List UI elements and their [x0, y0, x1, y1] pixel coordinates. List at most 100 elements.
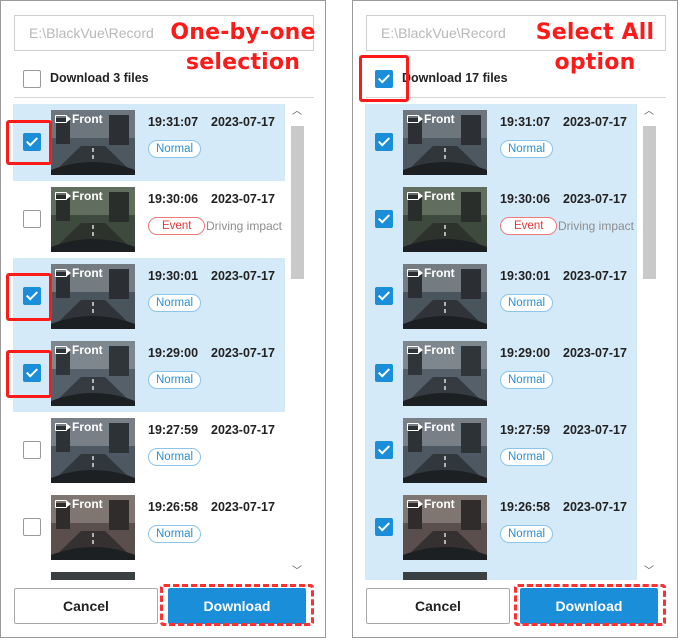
video-camera-icon — [407, 192, 423, 200]
video-thumbnail[interactable]: Front — [403, 264, 487, 329]
camera-name: Front — [72, 497, 103, 511]
video-thumbnail[interactable]: Front — [403, 495, 487, 560]
list-item[interactable]: Front 19:27:59 2023-07-17 Normal — [13, 412, 285, 489]
list-item[interactable]: Front 19:26:58 2023-07-17 Normal — [13, 489, 285, 566]
recording-time: 19:27:59 — [148, 423, 199, 437]
camera-name: Front — [424, 420, 455, 434]
row-checkbox[interactable] — [375, 287, 393, 305]
row-checkbox[interactable] — [23, 210, 41, 228]
scrollbar-thumb[interactable] — [291, 126, 304, 279]
row-checkbox[interactable] — [23, 441, 41, 459]
row-checkbox[interactable] — [375, 364, 393, 382]
video-thumbnail[interactable]: Front — [403, 418, 487, 483]
camera-label: Front — [55, 420, 103, 434]
row-checkbox[interactable] — [23, 518, 41, 536]
list-item[interactable]: Front 19:30:06 2023-07-17 Event Driving impa… — [365, 181, 637, 258]
video-thumbnail[interactable]: Front — [403, 110, 487, 175]
camera-name: Front — [424, 497, 455, 511]
list-item[interactable]: Front 19:30:01 2023-07-17 Normal — [365, 258, 637, 335]
list-item[interactable]: Front 19:31:07 2023-07-17 Normal — [13, 104, 285, 181]
recording-time: 19:31:07 — [500, 115, 551, 129]
list-item[interactable]: Front 19:30:01 2023-07-17 Normal — [13, 258, 285, 335]
list-item[interactable]: Front 19:29:00 2023-07-17 Normal — [13, 335, 285, 412]
camera-label: Front — [55, 112, 103, 126]
status-badge: Normal — [148, 371, 202, 389]
list-item-partial[interactable] — [365, 566, 637, 580]
file-list[interactable]: Front 19:31:07 2023-07-17 Normal Front 19:30:… — [365, 104, 637, 580]
status-badge: Normal — [148, 140, 202, 158]
recording-time: 19:29:00 — [148, 346, 199, 360]
video-thumbnail[interactable] — [403, 572, 487, 580]
scrollbar[interactable]: ︿ ﹀ — [288, 104, 306, 580]
select-all-checkbox[interactable] — [23, 70, 41, 88]
video-camera-icon — [407, 346, 423, 354]
status-badge: Event — [148, 217, 206, 235]
chevron-down-icon[interactable]: ﹀ — [640, 564, 658, 580]
video-thumbnail[interactable]: Front — [51, 341, 135, 406]
highlight-download-left — [160, 584, 314, 626]
event-description: Driving impact — [558, 219, 635, 233]
chevron-up-icon[interactable]: ︿ — [288, 104, 306, 120]
recording-date: 2023-07-17 — [563, 192, 627, 206]
scrollbar[interactable]: ︿ ﹀ — [640, 104, 658, 580]
video-camera-icon — [55, 269, 71, 277]
video-thumbnail[interactable]: Front — [51, 187, 135, 252]
recording-time: 19:26:58 — [500, 500, 551, 514]
camera-label: Front — [407, 497, 455, 511]
recording-date: 2023-07-17 — [211, 115, 275, 129]
recording-time: 19:30:01 — [500, 269, 551, 283]
cancel-button[interactable]: Cancel — [366, 588, 510, 624]
divider — [14, 97, 314, 98]
list-item[interactable]: Front 19:27:59 2023-07-17 Normal — [365, 412, 637, 489]
video-camera-icon — [55, 423, 71, 431]
row-checkbox[interactable] — [375, 133, 393, 151]
status-badge: Normal — [148, 294, 202, 312]
callout-line-1: One-by-one — [170, 20, 316, 45]
recording-date: 2023-07-17 — [211, 423, 275, 437]
list-item[interactable]: Front 19:31:07 2023-07-17 Normal — [365, 104, 637, 181]
recording-date: 2023-07-17 — [211, 500, 275, 514]
recording-time: 19:30:01 — [148, 269, 199, 283]
video-camera-icon — [407, 115, 423, 123]
video-thumbnail[interactable] — [51, 572, 135, 580]
video-camera-icon — [407, 269, 423, 277]
status-badge: Normal — [500, 294, 554, 312]
scrollbar-thumb[interactable] — [643, 126, 656, 279]
file-list[interactable]: Front 19:31:07 2023-07-17 Normal Front 19:30:… — [13, 104, 285, 580]
list-item-partial[interactable] — [13, 566, 285, 580]
list-item[interactable]: Front 19:30:06 2023-07-17 Event Driving impa… — [13, 181, 285, 258]
recording-time: 19:31:07 — [148, 115, 199, 129]
recording-date: 2023-07-17 — [563, 115, 627, 129]
cancel-button[interactable]: Cancel — [14, 588, 158, 624]
status-badge: Normal — [148, 525, 202, 543]
status-badge: Normal — [500, 448, 554, 466]
camera-name: Front — [72, 420, 103, 434]
recording-time: 19:27:59 — [500, 423, 551, 437]
highlight-checkbox-row-3 — [6, 273, 52, 321]
callout-line-2: selection — [185, 50, 301, 75]
recording-date: 2023-07-17 — [563, 500, 627, 514]
list-item[interactable]: Front 19:26:58 2023-07-17 Normal — [365, 489, 637, 566]
chevron-up-icon[interactable]: ︿ — [640, 104, 658, 120]
status-badge: Event — [500, 217, 558, 235]
video-thumbnail[interactable]: Front — [51, 264, 135, 329]
video-camera-icon — [407, 423, 423, 431]
row-checkbox[interactable] — [375, 441, 393, 459]
row-checkbox[interactable] — [375, 518, 393, 536]
video-camera-icon — [407, 500, 423, 508]
callout-line-1: Select All — [535, 20, 655, 45]
camera-label: Front — [55, 266, 103, 280]
video-thumbnail[interactable]: Front — [51, 495, 135, 560]
video-camera-icon — [55, 115, 71, 123]
video-thumbnail[interactable]: Front — [403, 187, 487, 252]
event-description: Driving impact — [206, 219, 283, 233]
camera-name: Front — [72, 266, 103, 280]
video-thumbnail[interactable]: Front — [51, 110, 135, 175]
list-item[interactable]: Front 19:29:00 2023-07-17 Normal — [365, 335, 637, 412]
video-thumbnail[interactable]: Front — [403, 341, 487, 406]
divider — [366, 97, 666, 98]
video-thumbnail[interactable]: Front — [51, 418, 135, 483]
row-checkbox[interactable] — [375, 210, 393, 228]
download-count-label: Download 3 files — [50, 71, 149, 85]
chevron-down-icon[interactable]: ﹀ — [288, 564, 306, 580]
